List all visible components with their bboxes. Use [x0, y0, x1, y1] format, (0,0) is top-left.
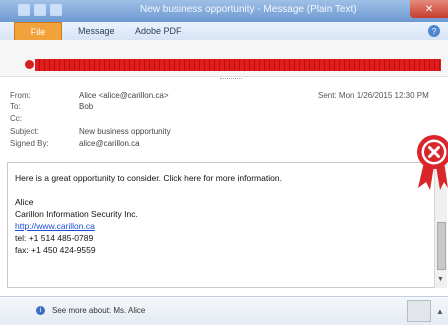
signature-name: Alice	[15, 197, 34, 207]
expand-people-pane-icon[interactable]: ▲	[436, 307, 444, 316]
to-value[interactable]: Bob	[79, 102, 93, 111]
splitter-grip[interactable]	[220, 78, 242, 81]
subject-value: New business opportunity	[79, 127, 171, 136]
alert-icon	[25, 60, 34, 69]
save-icon[interactable]	[18, 4, 30, 16]
window-title: New business opportunity - Message (Plai…	[140, 4, 357, 15]
sent-value: Sent: Mon 1/26/2015 12:30 PM	[318, 91, 429, 100]
from-value[interactable]: Alice <alice@carillon.ca>	[79, 91, 169, 100]
signature-company: Carillon Information Security Inc.	[15, 209, 138, 219]
ribbon: File Message Adobe PDF ?	[0, 22, 448, 42]
file-tab[interactable]: File	[14, 22, 62, 42]
close-icon: ✕	[424, 3, 434, 15]
subject-label: Subject:	[10, 127, 39, 136]
avatar[interactable]	[407, 300, 431, 322]
tab-adobe-pdf[interactable]: Adobe PDF	[135, 26, 182, 36]
redo-icon[interactable]	[50, 4, 62, 16]
tab-message[interactable]: Message	[78, 26, 115, 36]
close-button[interactable]: ✕	[410, 0, 448, 18]
scroll-down-icon[interactable]: ▼	[437, 276, 444, 283]
certificate-warning-icon[interactable]	[414, 132, 448, 192]
signed-by-value[interactable]: alice@carillon.ca	[79, 139, 140, 148]
signature-fax: fax: +1 450 424-9559	[15, 245, 96, 255]
undo-icon[interactable]	[34, 4, 46, 16]
window-titlebar: New business opportunity - Message (Plai…	[0, 0, 448, 23]
people-pane-text[interactable]: See more about: Ms. Alice	[52, 306, 145, 315]
company-link[interactable]: http://www.carillon.ca	[15, 221, 95, 231]
help-icon[interactable]: ?	[428, 25, 440, 37]
security-alert-bar[interactable]	[35, 59, 441, 71]
body-intro-line: Here is a great opportunity to consider.…	[15, 173, 282, 183]
scroll-thumb[interactable]	[437, 222, 446, 270]
to-label: To:	[10, 102, 21, 111]
signature-tel: tel: +1 514 485-0789	[15, 233, 94, 243]
info-icon: i	[36, 306, 45, 315]
cc-label: Cc:	[10, 114, 22, 123]
from-label: From:	[10, 91, 31, 100]
quick-access-toolbar	[18, 4, 62, 16]
signed-by-label: Signed By:	[10, 139, 49, 148]
